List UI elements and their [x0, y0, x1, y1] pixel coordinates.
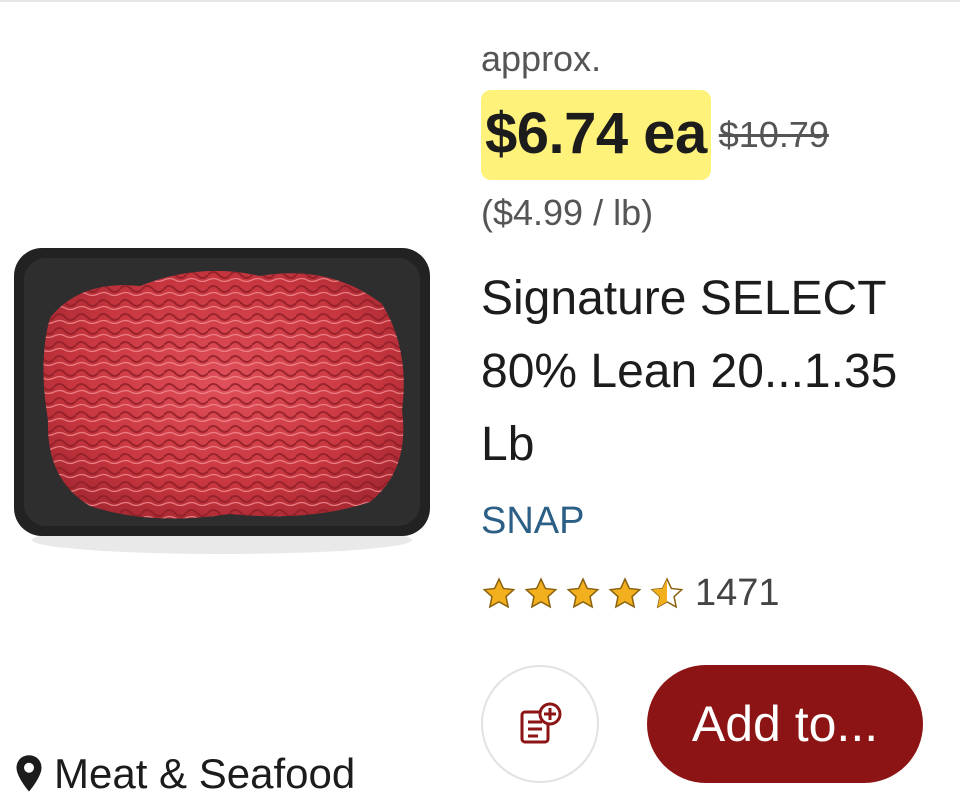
add-to-button[interactable]: Add to... [647, 665, 923, 783]
star-full-icon [608, 576, 642, 608]
star-half-icon [650, 576, 684, 608]
location-pin-icon [16, 755, 42, 792]
sale-price: $6.74 ea [481, 90, 711, 180]
add-to-list-icon [520, 702, 562, 744]
approx-label: approx. [481, 38, 602, 79]
product-image[interactable] [10, 240, 434, 560]
review-count[interactable]: 1471 [695, 572, 780, 615]
top-divider [0, 0, 960, 2]
star-full-icon [524, 576, 558, 608]
snap-badge: SNAP [481, 500, 585, 542]
unit-price: ($4.99 / lb) [481, 192, 654, 233]
product-title[interactable]: Signature SELECT 80% Lean 20...1.35 Lb [481, 262, 941, 481]
ground-beef-photo [14, 248, 430, 554]
star-rating [481, 576, 685, 612]
price-row: $6.74 ea $10.79 [481, 90, 829, 180]
star-full-icon [482, 576, 516, 608]
original-price: $10.79 [718, 114, 829, 155]
star-full-icon [566, 576, 600, 608]
rating[interactable]: 1471 [481, 572, 780, 615]
add-to-list-button[interactable] [481, 665, 599, 783]
